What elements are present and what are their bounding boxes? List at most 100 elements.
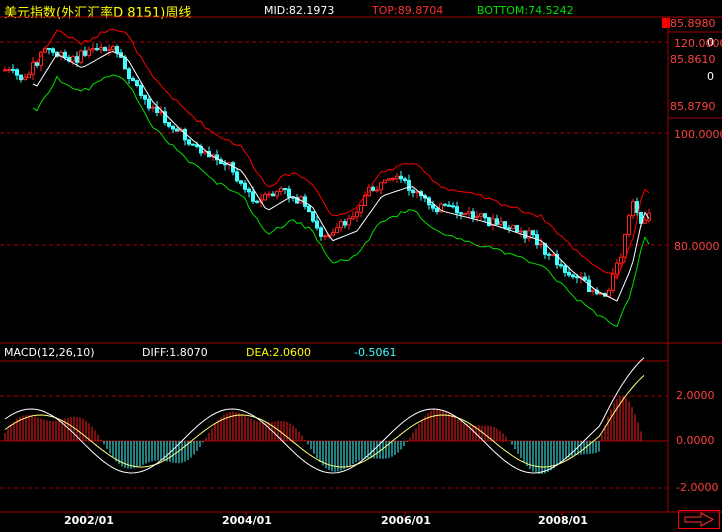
candle-body xyxy=(131,77,135,82)
x-ticks xyxy=(87,512,563,517)
candle-body xyxy=(507,227,511,230)
candle-body xyxy=(279,188,283,192)
candle-body xyxy=(79,50,83,63)
candle-body xyxy=(451,205,455,208)
candle-body xyxy=(23,76,27,81)
candle-body xyxy=(495,218,499,225)
candle-body xyxy=(3,69,7,72)
candle-body xyxy=(315,220,319,229)
candle-body xyxy=(203,151,207,154)
candle-body xyxy=(323,235,327,238)
candle-body xyxy=(99,47,103,51)
candle-body xyxy=(307,205,311,213)
candle-body xyxy=(479,213,483,217)
candle-body xyxy=(483,213,487,219)
candle-body xyxy=(311,211,315,222)
chart-canvas[interactable] xyxy=(0,0,722,529)
candle-body xyxy=(47,47,51,50)
candle-body xyxy=(395,175,399,180)
candle-body xyxy=(83,50,87,56)
candle-body xyxy=(19,74,23,81)
candle-body xyxy=(623,233,627,258)
candle-body xyxy=(643,219,647,224)
candle-body xyxy=(347,218,351,226)
candle-body xyxy=(431,204,435,209)
candle-body xyxy=(35,62,39,66)
candle-body xyxy=(243,182,247,190)
candle-body xyxy=(531,230,535,236)
candle-body xyxy=(175,128,179,132)
candle-body xyxy=(467,211,471,215)
candle-body xyxy=(375,189,379,192)
candle-body xyxy=(435,207,439,213)
candlestick-series xyxy=(3,43,651,298)
candle-body xyxy=(459,212,463,215)
candle-body xyxy=(123,56,127,70)
candle-body xyxy=(235,171,239,182)
candle-body xyxy=(87,49,91,56)
candle-body xyxy=(591,289,595,293)
candle-body xyxy=(511,225,515,230)
candle-body xyxy=(499,221,503,225)
candle-body xyxy=(343,221,347,226)
candle-body xyxy=(383,179,387,184)
candle-body xyxy=(95,48,99,51)
candle-body xyxy=(463,213,467,216)
candle-body xyxy=(563,265,567,273)
candle-body xyxy=(143,94,147,100)
candle-body xyxy=(583,276,587,281)
candle-body xyxy=(155,106,159,113)
candle-body xyxy=(191,143,195,146)
candle-body xyxy=(251,191,255,202)
price-grid xyxy=(0,41,668,489)
candle-body xyxy=(607,289,611,297)
candle-body xyxy=(159,111,163,114)
candle-body xyxy=(475,215,479,219)
candle-body xyxy=(411,189,415,194)
candle-body xyxy=(91,48,95,51)
candle-body xyxy=(407,179,411,191)
candle-body xyxy=(263,194,267,201)
candle-body xyxy=(355,211,359,218)
candle-body xyxy=(287,188,291,198)
candle-body xyxy=(127,68,131,79)
candle-body xyxy=(267,193,271,196)
candle-body xyxy=(415,191,419,194)
candle-body xyxy=(519,230,523,233)
candle-body xyxy=(571,274,575,278)
candle-body xyxy=(171,125,175,130)
candle-body xyxy=(15,69,19,76)
candle-body xyxy=(255,200,259,203)
candle-body xyxy=(359,205,363,213)
candle-body xyxy=(167,122,171,127)
candle-body xyxy=(115,46,119,54)
candle-body xyxy=(615,262,619,275)
candle-body xyxy=(63,51,67,58)
candle-body xyxy=(71,56,75,62)
candle-body xyxy=(223,163,227,166)
candle-body xyxy=(319,227,323,237)
candle-body xyxy=(247,188,251,193)
candle-body xyxy=(271,193,275,197)
candle-body xyxy=(339,221,343,229)
candle-body xyxy=(135,80,139,87)
candle-body xyxy=(379,182,383,191)
candle-body xyxy=(147,98,151,109)
candle-body xyxy=(51,48,55,53)
candle-body xyxy=(627,215,631,235)
candle-body xyxy=(195,144,199,148)
candle-body xyxy=(539,243,543,246)
macd-histogram xyxy=(4,396,645,475)
candle-body xyxy=(371,186,375,191)
candle-body xyxy=(335,227,339,234)
candle-body xyxy=(331,232,335,236)
candle-body xyxy=(635,201,639,213)
candle-body xyxy=(559,264,563,267)
candle-body xyxy=(503,221,507,229)
candle-body xyxy=(487,217,491,227)
candle-body xyxy=(391,178,395,181)
candle-body xyxy=(447,204,451,207)
candle-body xyxy=(111,46,115,51)
candle-body xyxy=(351,216,355,220)
candle-body xyxy=(443,203,447,206)
